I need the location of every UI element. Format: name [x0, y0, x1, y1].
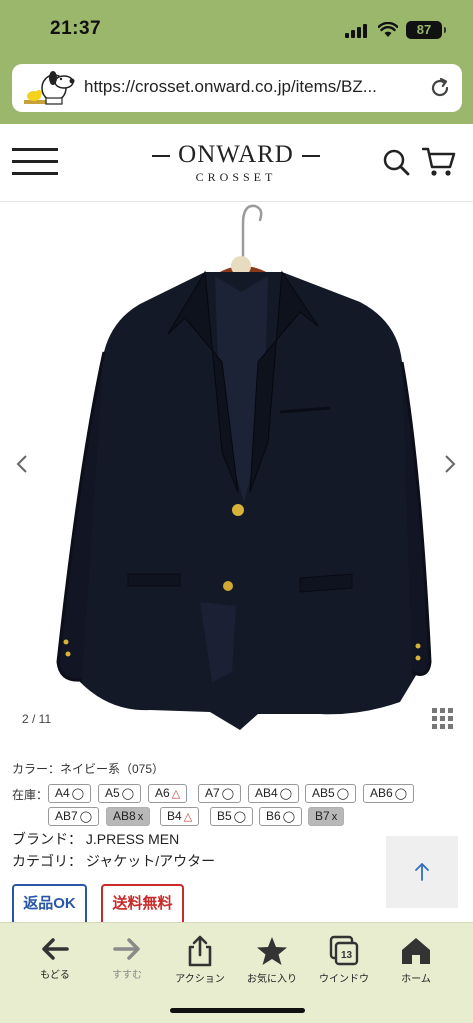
- forward-button[interactable]: すすむ: [95, 935, 159, 991]
- size-chip-ab7[interactable]: AB7 ◯: [48, 807, 99, 826]
- previous-image-arrow-icon[interactable]: [14, 452, 30, 476]
- forward-label: すすむ: [112, 970, 142, 981]
- size-chip-b7[interactable]: B7 x: [308, 807, 345, 826]
- free-shipping-badge: 送料無料: [101, 884, 184, 924]
- menu-button[interactable]: [12, 148, 58, 176]
- size-label: AB7: [55, 809, 78, 823]
- home-icon: [402, 938, 430, 964]
- tab-count-text: 13: [341, 950, 353, 961]
- bookmarks-label: お気に入り: [247, 974, 297, 985]
- size-chip-a7[interactable]: A7 ◯: [198, 784, 241, 803]
- stock-mark: ◯: [279, 788, 292, 800]
- returns-ok-badge: 返品OK: [12, 884, 87, 924]
- share-label: アクション: [175, 974, 225, 985]
- arrow-up-icon: [415, 863, 429, 881]
- scroll-to-top-button[interactable]: [386, 836, 458, 908]
- logo-main-text: ONWARD: [152, 140, 320, 170]
- jacket-photo: [56, 204, 432, 730]
- size-label: B7: [315, 809, 330, 823]
- size-label: AB5: [312, 786, 335, 800]
- logo-sub-text: CROSSET: [195, 170, 277, 184]
- star-icon: [257, 937, 287, 965]
- url-text[interactable]: https://crosset.onward.co.jp/items/BZ...: [84, 77, 377, 97]
- size-label: B5: [217, 809, 232, 823]
- arrow-right-icon: [113, 938, 140, 960]
- cart-icon[interactable]: [422, 146, 456, 178]
- image-counter: 2 / 11: [22, 712, 52, 726]
- arrow-left-icon: [42, 938, 69, 960]
- size-chip-ab5[interactable]: AB5 ◯: [305, 784, 356, 803]
- size-chip-ab6[interactable]: AB6 ◯: [363, 784, 414, 803]
- stock-mark: △: [171, 788, 181, 800]
- stock-mark: x: [331, 811, 338, 823]
- home-indicator: [170, 1008, 305, 1013]
- browser-chrome: 21:37 87 https://crosset.onward.co.jp/it…: [0, 0, 473, 124]
- site-logo[interactable]: ONWARD CROSSET: [152, 140, 320, 188]
- brand-info: ブランド： J.PRESS MEN: [12, 831, 180, 847]
- size-label: A4: [55, 786, 70, 800]
- stock-mark: ◯: [79, 811, 92, 823]
- size-label: A6: [155, 786, 170, 800]
- tabs-label: ウインドウ: [319, 974, 369, 985]
- stock-label: 在庫：: [12, 788, 49, 802]
- stock-mark: ◯: [336, 788, 349, 800]
- stock-mark: ◯: [282, 811, 295, 823]
- size-label: AB8: [113, 809, 136, 823]
- cellular-signal-icon: [345, 24, 371, 38]
- category-info: カテゴリ： ジャケット/アウター: [12, 853, 216, 869]
- stock-mark: ◯: [121, 788, 134, 800]
- size-label: A7: [205, 786, 220, 800]
- battery-indicator: 87: [406, 21, 446, 39]
- stock-mark: ◯: [71, 788, 84, 800]
- address-bar[interactable]: https://crosset.onward.co.jp/items/BZ...: [12, 64, 462, 112]
- tabs-button[interactable]: 13 ウインドウ: [312, 935, 376, 991]
- search-icon[interactable]: [382, 148, 410, 176]
- back-button[interactable]: もどる: [23, 935, 87, 991]
- size-chip-b4[interactable]: B4 △: [160, 807, 200, 826]
- stock-mark: △: [183, 811, 193, 823]
- stock-mark: ◯: [394, 788, 407, 800]
- stock-mark: ◯: [233, 811, 246, 823]
- size-chip-b6[interactable]: B6 ◯: [259, 807, 302, 826]
- size-label: AB4: [255, 786, 278, 800]
- color-info: カラー：ネイビー系（075）: [12, 762, 165, 776]
- wifi-icon: [378, 22, 398, 37]
- size-chip-a5[interactable]: A5 ◯: [98, 784, 141, 803]
- status-bar: 21:37 87: [0, 0, 473, 62]
- back-label: もどる: [40, 970, 70, 981]
- share-icon: [188, 935, 212, 967]
- bookmarks-button[interactable]: お気に入り: [240, 935, 304, 991]
- share-button[interactable]: アクション: [168, 935, 232, 991]
- reload-icon[interactable]: [428, 76, 452, 100]
- thumbnail-grid-icon[interactable]: [432, 708, 454, 730]
- clock: 21:37: [50, 18, 102, 39]
- size-label: B6: [266, 809, 281, 823]
- size-label: AB6: [370, 786, 393, 800]
- snoopy-favicon-icon: [24, 71, 75, 105]
- stock-mark: ◯: [221, 788, 234, 800]
- home-label: ホーム: [401, 974, 431, 985]
- next-image-arrow-icon[interactable]: [442, 452, 458, 476]
- size-chip-ab4[interactable]: AB4 ◯: [248, 784, 299, 803]
- stock-mark: x: [137, 811, 144, 823]
- size-chip-b5[interactable]: B5 ◯: [210, 807, 253, 826]
- size-chip-a6[interactable]: A6 △: [148, 784, 188, 803]
- tabs-icon: 13: [329, 935, 359, 966]
- site-header: ONWARD CROSSET: [0, 124, 473, 202]
- product-image-gallery[interactable]: 2 / 11: [0, 202, 473, 736]
- size-label: A5: [105, 786, 120, 800]
- home-button[interactable]: ホーム: [384, 935, 448, 991]
- size-chip-a4[interactable]: A4 ◯: [48, 784, 91, 803]
- size-label: B4: [167, 809, 182, 823]
- size-chip-ab8[interactable]: AB8 x: [106, 807, 151, 826]
